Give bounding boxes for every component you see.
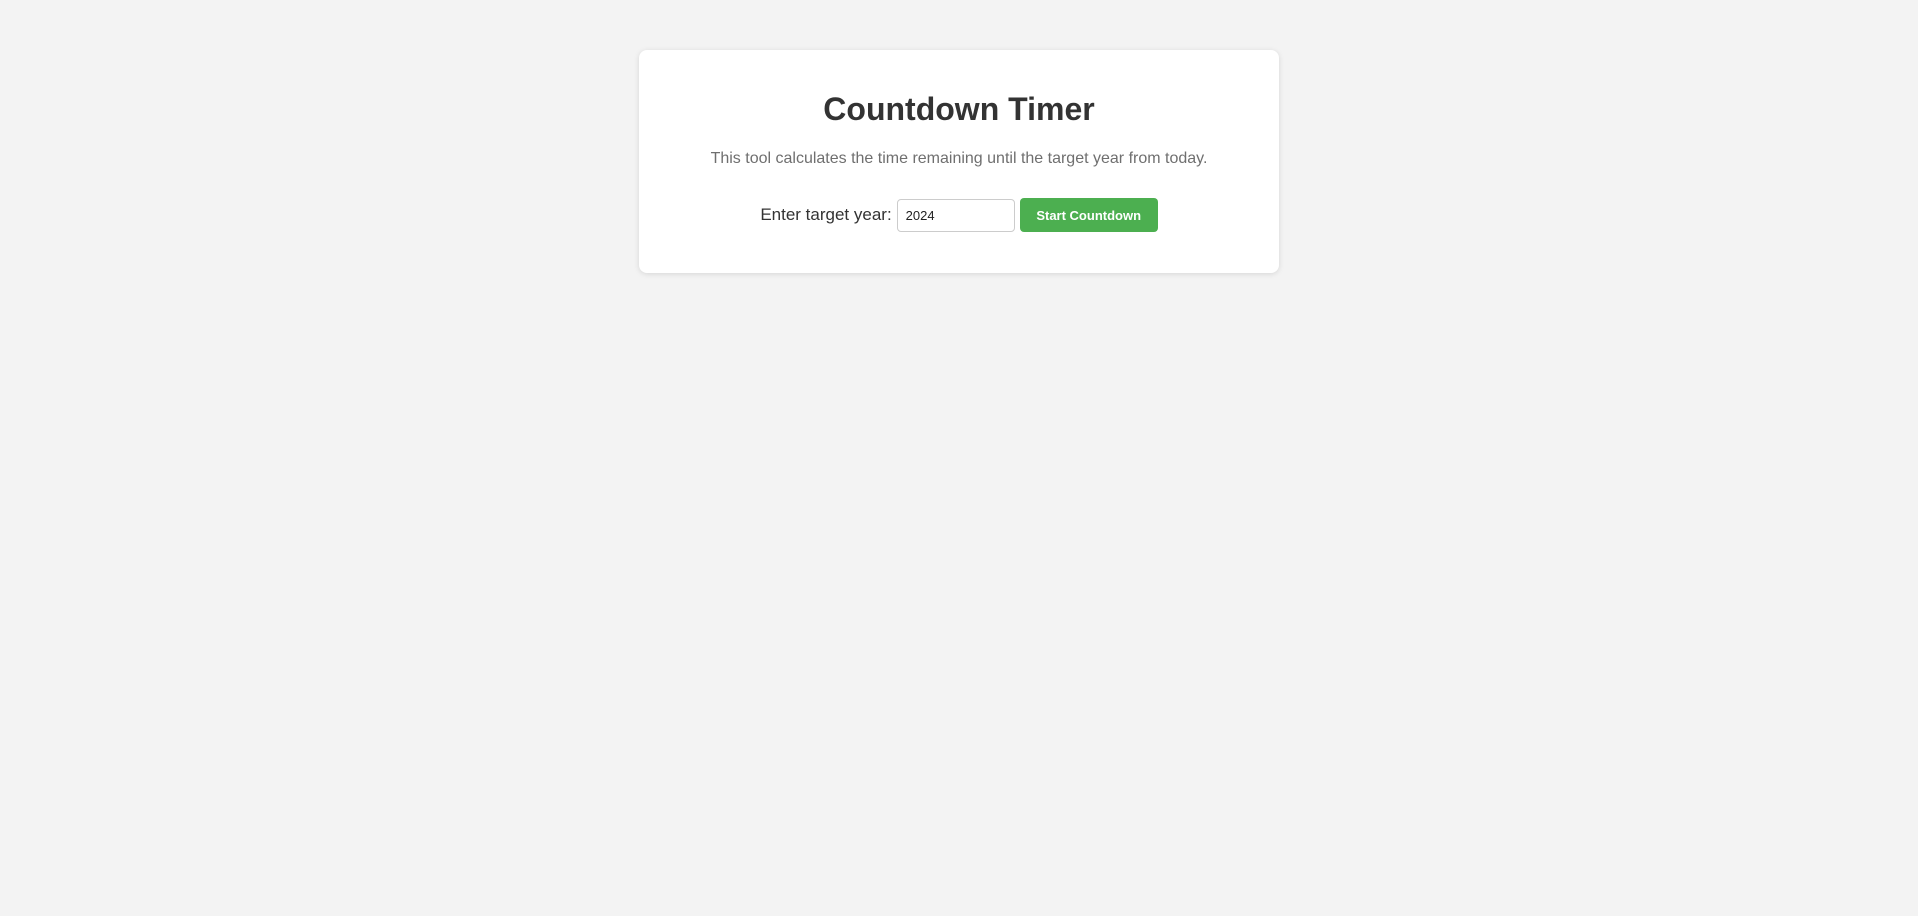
target-year-form: Enter target year: Start Countdown — [639, 198, 1279, 232]
target-year-input[interactable] — [896, 198, 1015, 232]
page: Countdown Timer This tool calculates the… — [0, 0, 1918, 916]
page-title: Countdown Timer — [823, 91, 1095, 127]
description-text: This tool calculates the time remaining … — [710, 150, 1208, 167]
countdown-card: Countdown Timer This tool calculates the… — [639, 50, 1279, 273]
target-year-label: Enter target year: — [760, 205, 892, 224]
start-countdown-button[interactable]: Start Countdown — [1019, 198, 1158, 232]
